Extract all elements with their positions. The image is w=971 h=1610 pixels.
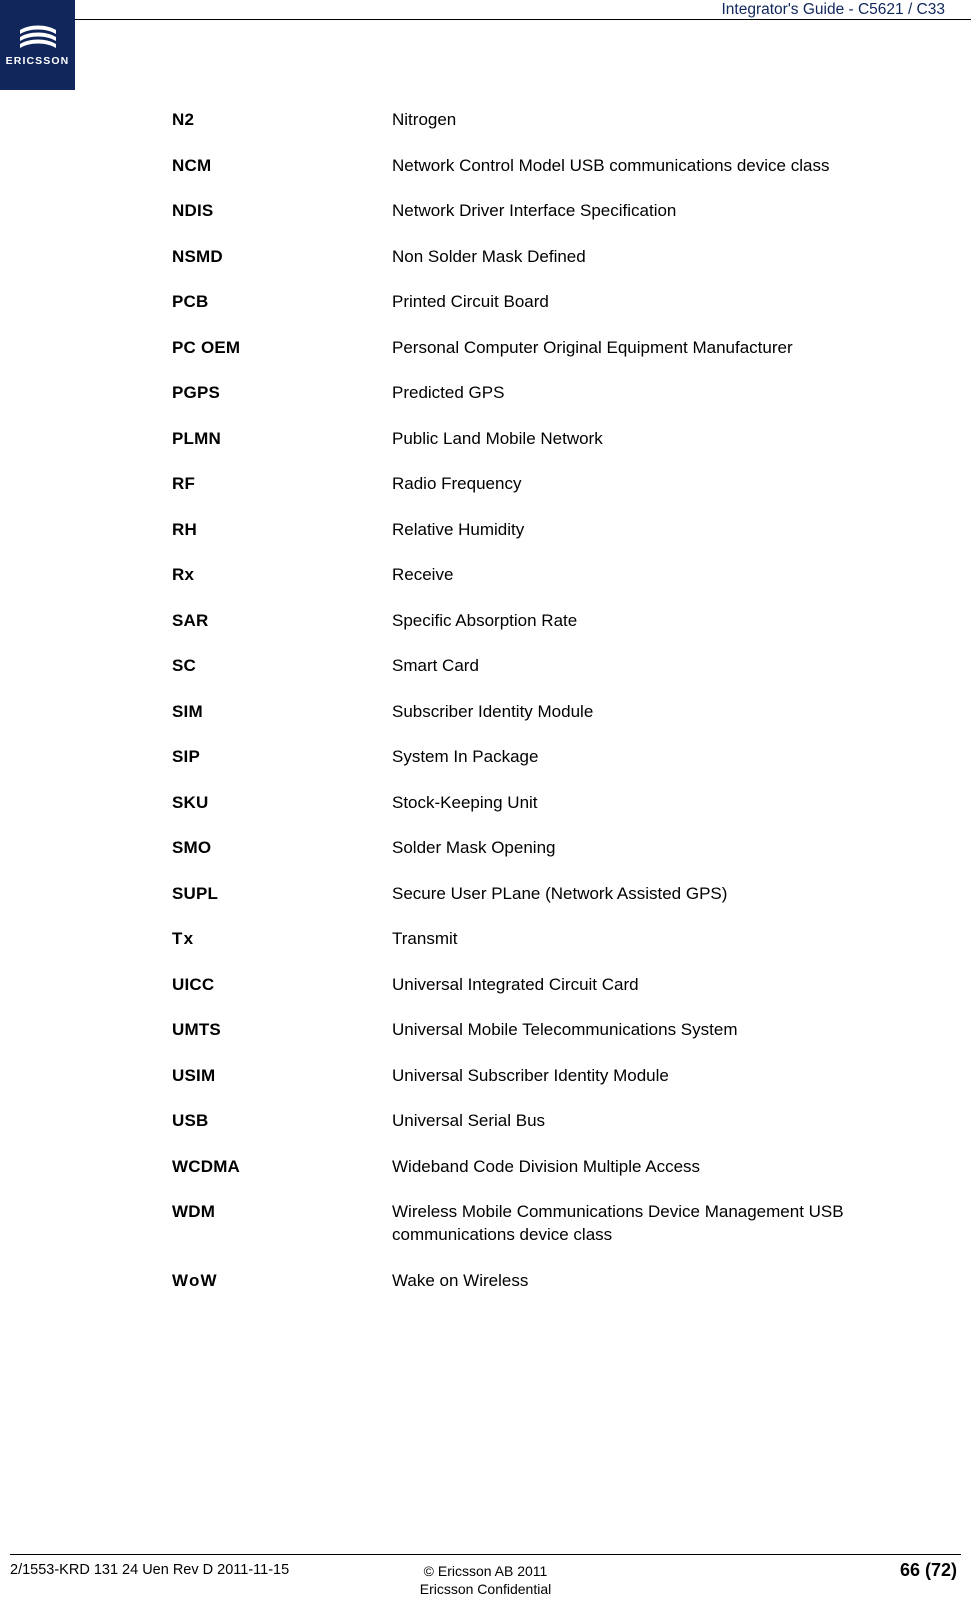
glossary-row: NCM Network Control Model USB communicati… (172, 154, 940, 177)
glossary-row: Tx Transmit (172, 927, 940, 950)
glossary-term: RH (172, 519, 197, 539)
glossary-row: WoW Wake on Wireless (172, 1269, 940, 1292)
glossary-row: SIP System In Package (172, 745, 940, 768)
glossary-term: SIP (172, 747, 201, 766)
glossary-definition: Personal Computer Original Equipment Man… (392, 337, 793, 357)
glossary-definition: Wireless Mobile Communications Device Ma… (392, 1202, 844, 1244)
footer-copyright-line1: © Ericsson AB 2011 (423, 1563, 548, 1579)
glossary-row: Rx Receive (172, 563, 940, 586)
glossary-term: UMTS (172, 1020, 221, 1039)
document-header-title: Integrator's Guide - C5621 / C33 (721, 1, 945, 18)
glossary-term: RF (172, 474, 196, 493)
glossary-definition: Nitrogen (392, 110, 457, 129)
glossary-row: SKU Stock-Keeping Unit (172, 791, 940, 814)
glossary-row: RF Radio Frequency (172, 472, 940, 495)
glossary-term: UICC (172, 974, 215, 994)
glossary-term: SKU (172, 792, 209, 812)
glossary-row: SUPL Secure User PLane (Network Assisted … (172, 882, 940, 905)
glossary-term: SUPL (172, 883, 219, 903)
glossary-term: SAR (172, 610, 209, 630)
glossary-row: NSMD Non Solder Mask Defined (172, 245, 940, 268)
glossary-term: Rx (172, 565, 195, 584)
glossary-row: UICC Universal Integrated Circuit Card (172, 973, 940, 996)
glossary-term: PC OEM (172, 337, 241, 357)
footer-divider (10, 1554, 961, 1555)
glossary-definition: Solder Mask Opening (392, 838, 556, 857)
glossary-term: PLMN (172, 428, 221, 448)
ericsson-logo-wordmark: ERICSSON (5, 55, 70, 67)
glossary-definition: Subscriber Identity Module (392, 701, 594, 721)
glossary-definition: System In Package (392, 747, 539, 766)
footer-confidentiality-line: Ericsson Confidential (419, 1581, 552, 1597)
glossary-term: SIM (172, 701, 203, 721)
glossary-definition: Relative Humidity (392, 519, 525, 539)
glossary-term: SMO (172, 838, 212, 857)
glossary-row: NDIS Network Driver Interface Specificati… (172, 199, 940, 222)
glossary-term: WDM (172, 1202, 216, 1221)
glossary-row: PGPS Predicted GPS (172, 381, 940, 404)
glossary-term: NSMD (172, 246, 223, 266)
glossary-row: SIM Subscriber Identity Module (172, 700, 940, 723)
glossary-row: USIM Universal Subscriber Identity Module (172, 1064, 940, 1087)
glossary-term: Tx (172, 929, 195, 948)
glossary-term: NCM (172, 155, 212, 175)
glossary-row: RH Relative Humidity (172, 518, 940, 541)
glossary-definition: Transmit (392, 929, 458, 948)
glossary-definition: Universal Serial Bus (392, 1111, 546, 1130)
glossary-definition: Universal Integrated Circuit Card (392, 974, 639, 994)
glossary-definition: Wideband Code Division Multiple Access (392, 1156, 701, 1176)
glossary-definition: Wake on Wireless (392, 1270, 529, 1290)
glossary-term: PCB (172, 292, 209, 311)
glossary-row: N2 Nitrogen (172, 108, 940, 131)
glossary-definition: Stock-Keeping Unit (392, 792, 538, 812)
ericsson-logo-icon (19, 25, 56, 48)
footer-copyright: © Ericsson AB 2011 Ericsson Confidential (0, 1562, 971, 1598)
glossary-term: N2 (172, 110, 195, 129)
glossary-definition: Universal Mobile Telecommunications Syst… (392, 1020, 738, 1039)
glossary-row: PC OEM Personal Computer Original Equipme… (172, 336, 940, 359)
glossary-row: SMO Solder Mask Opening (172, 836, 940, 859)
glossary-term: NDIS (172, 201, 214, 220)
glossary-definition: Universal Subscriber Identity Module (392, 1065, 669, 1085)
glossary-term: WoW (172, 1270, 218, 1290)
glossary-definition: Predicted GPS (392, 383, 505, 402)
glossary-definition: Secure User PLane (Network Assisted GPS) (392, 883, 728, 903)
glossary-term: USB (172, 1111, 209, 1130)
glossary-definition: Network Driver Interface Specification (392, 201, 677, 220)
glossary-row: WCDMA Wideband Code Division Multiple Acc… (172, 1155, 940, 1178)
glossary-term: USIM (172, 1065, 216, 1085)
glossary-row: PLMN Public Land Mobile Network (172, 427, 940, 450)
glossary-term: WCDMA (172, 1156, 241, 1176)
glossary-definition: Network Control Model USB communications… (392, 155, 830, 175)
glossary-row: PCB Printed Circuit Board (172, 290, 940, 313)
glossary-definition: Receive (392, 565, 454, 584)
glossary-row: SAR Specific Absorption Rate (172, 609, 940, 632)
ericsson-logo: ERICSSON (0, 0, 75, 90)
glossary-row: SC Smart Card (172, 654, 940, 677)
glossary-table: N2 Nitrogen NCM Network Control Model USB c… (172, 108, 940, 1314)
header-divider (75, 19, 971, 20)
glossary-row: USB Universal Serial Bus (172, 1109, 940, 1132)
footer-page-number: 66 (72) (899, 1560, 957, 1580)
glossary-definition: Public Land Mobile Network (392, 428, 603, 448)
glossary-row: WDM Wireless Mobile Communications Device… (172, 1200, 940, 1246)
glossary-definition: Printed Circuit Board (392, 292, 549, 311)
glossary-definition: Specific Absorption Rate (392, 610, 578, 630)
glossary-term: SC (172, 656, 197, 675)
glossary-definition: Non Solder Mask Defined (392, 246, 586, 266)
glossary-row: UMTS Universal Mobile Telecommunications … (172, 1018, 940, 1041)
page-footer: 2/1553-KRD 131 24 Uen Rev D 2011-11-15 ©… (0, 1554, 971, 1610)
glossary-term: PGPS (172, 383, 221, 402)
glossary-definition: Radio Frequency (392, 474, 522, 493)
glossary-definition: Smart Card (392, 656, 479, 675)
